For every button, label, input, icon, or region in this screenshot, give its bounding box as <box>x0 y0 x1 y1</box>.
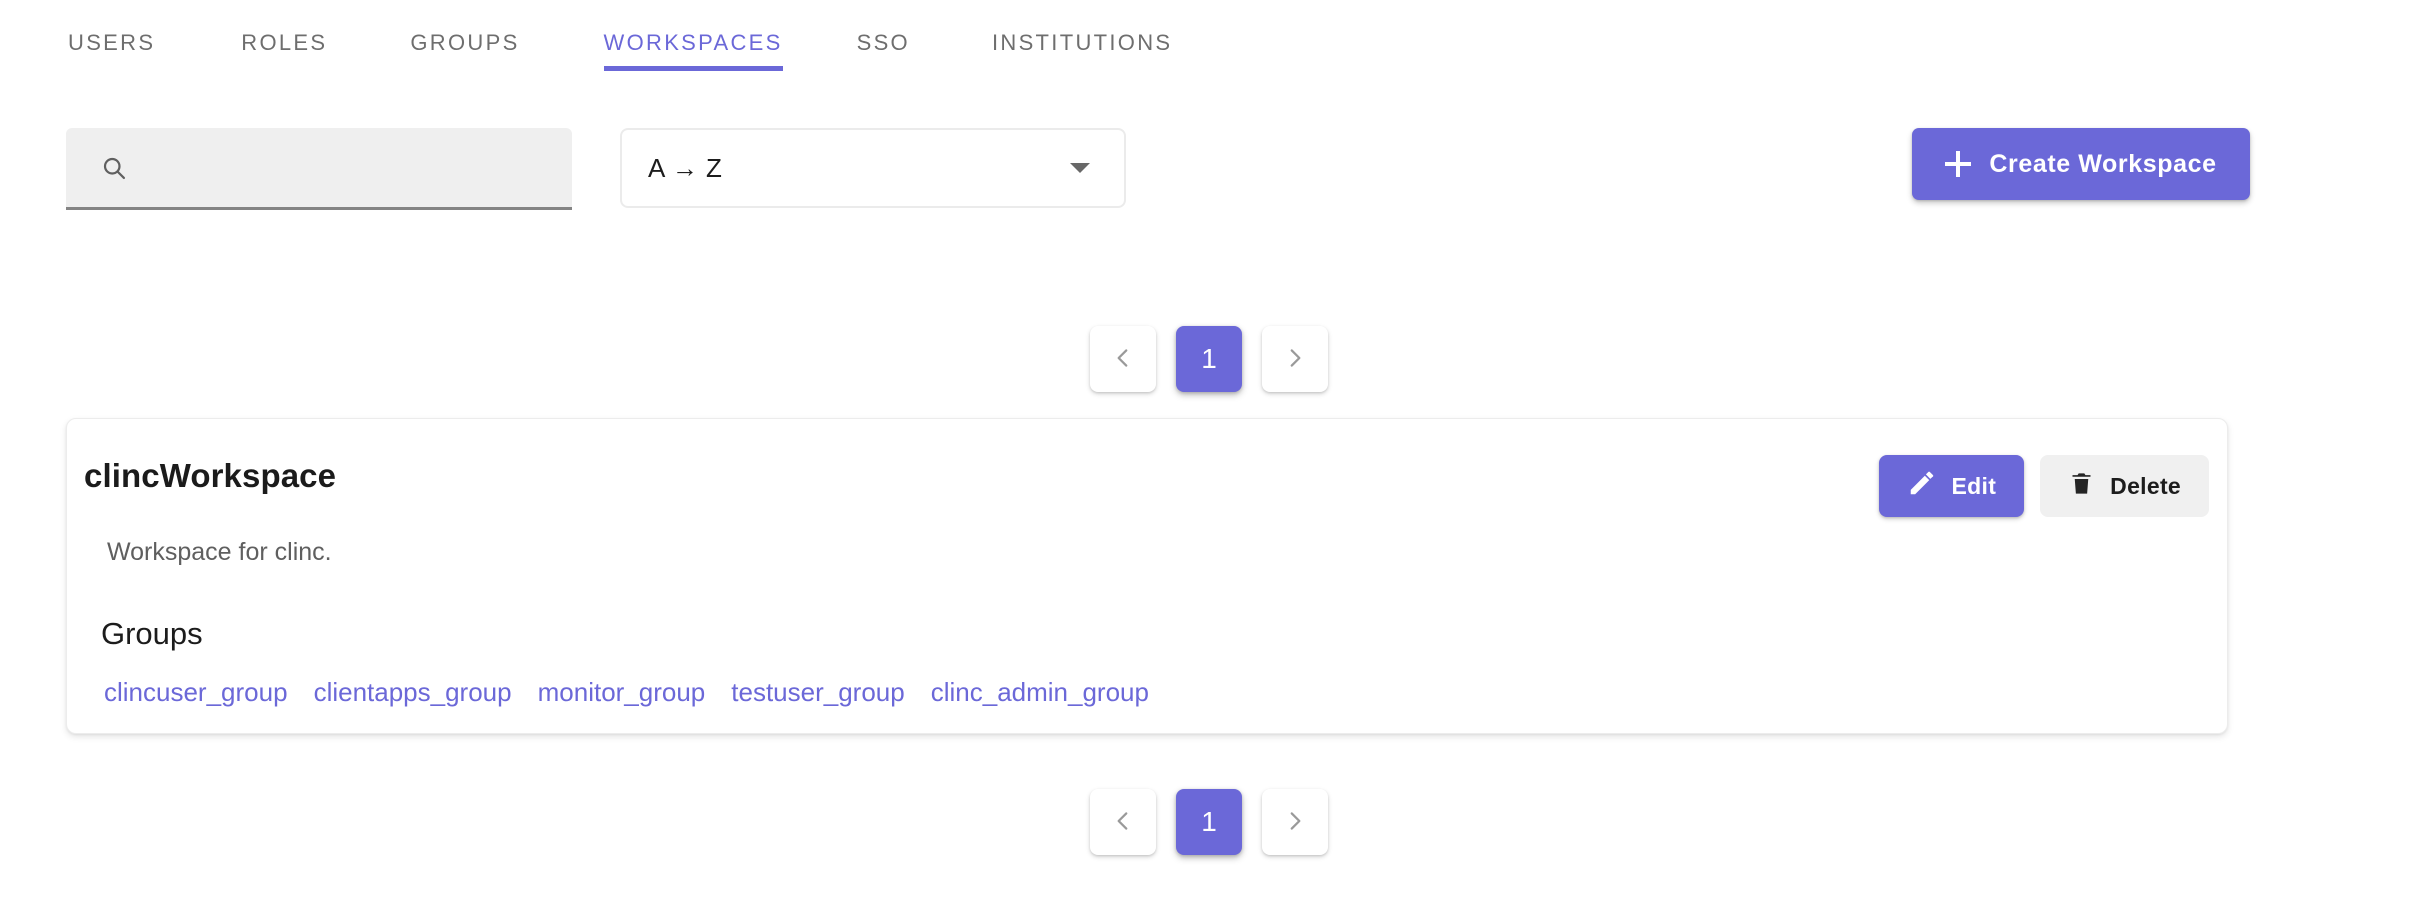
tab-roles[interactable]: ROLES <box>241 0 327 118</box>
tab-label: SSO <box>856 30 910 55</box>
admin-workspaces-page: USERS ROLES GROUPS WORKSPACES SSO INSTIT… <box>0 0 2418 904</box>
pagination-top: 1 <box>0 326 2418 392</box>
group-link[interactable]: clinc_admin_group <box>931 677 1149 708</box>
tab-label: WORKSPACES <box>603 30 783 55</box>
edit-workspace-button[interactable]: Edit <box>1878 455 2025 517</box>
pagination-page-1-button[interactable]: 1 <box>1176 326 1242 392</box>
workspace-card-actions: Edit Delete <box>1878 455 2209 517</box>
workspace-title: clincWorkspace <box>84 457 337 494</box>
chevron-right-icon <box>1282 808 1308 837</box>
search-icon <box>100 154 128 182</box>
workspace-groups-list: clincuser_group clientapps_group monitor… <box>104 677 1149 708</box>
pencil-icon <box>1907 468 1937 504</box>
search-input[interactable] <box>128 147 572 188</box>
pagination-page-number: 1 <box>1201 343 1217 374</box>
chevron-down-icon <box>1070 163 1090 173</box>
workspace-card: clincWorkspace Workspace for clinc. Grou… <box>66 418 2228 734</box>
tab-label: GROUPS <box>410 30 520 55</box>
pagination-prev-button[interactable] <box>1090 789 1156 855</box>
create-workspace-label: Create Workspace <box>1989 149 2217 178</box>
pagination-next-button[interactable] <box>1262 326 1328 392</box>
plus-icon <box>1945 151 1972 177</box>
tab-active-underline <box>603 66 783 71</box>
delete-button-label: Delete <box>2110 472 2181 499</box>
workspaces-toolbar: A → Z Create Workspace <box>0 128 2418 210</box>
workspace-description: Workspace for clinc. <box>107 538 332 566</box>
pagination-page-number: 1 <box>1201 806 1217 837</box>
groups-heading: Groups <box>101 616 203 651</box>
pagination-page-1-button[interactable]: 1 <box>1176 789 1242 855</box>
tab-label: INSTITUTIONS <box>991 30 1173 55</box>
search-field[interactable] <box>66 128 572 210</box>
tab-groups[interactable]: GROUPS <box>410 0 519 118</box>
pagination-prev-button[interactable] <box>1090 326 1156 392</box>
tab-sso[interactable]: SSO <box>857 0 910 118</box>
delete-workspace-button[interactable]: Delete <box>2040 455 2209 517</box>
tab-label: USERS <box>68 30 156 55</box>
chevron-left-icon <box>1110 345 1136 374</box>
edit-button-label: Edit <box>1951 472 1997 499</box>
tab-institutions[interactable]: INSTITUTIONS <box>992 0 1172 118</box>
pagination-bottom: 1 <box>0 789 2418 855</box>
tab-workspaces[interactable]: WORKSPACES <box>603 0 783 118</box>
tab-users[interactable]: USERS <box>68 0 155 118</box>
create-workspace-button[interactable]: Create Workspace <box>1912 128 2250 200</box>
tab-label: ROLES <box>241 30 328 55</box>
group-link[interactable]: clientapps_group <box>314 677 512 708</box>
chevron-left-icon <box>1110 808 1136 837</box>
group-link[interactable]: testuser_group <box>731 677 904 708</box>
admin-section-tabs: USERS ROLES GROUPS WORKSPACES SSO INSTIT… <box>0 0 2418 118</box>
group-link[interactable]: clincuser_group <box>104 677 288 708</box>
group-link[interactable]: monitor_group <box>538 677 706 708</box>
trash-icon <box>2068 470 2095 503</box>
sort-order-value: A → Z <box>648 152 723 183</box>
chevron-right-icon <box>1282 345 1308 374</box>
sort-order-select[interactable]: A → Z <box>620 128 1126 208</box>
pagination-next-button[interactable] <box>1262 789 1328 855</box>
